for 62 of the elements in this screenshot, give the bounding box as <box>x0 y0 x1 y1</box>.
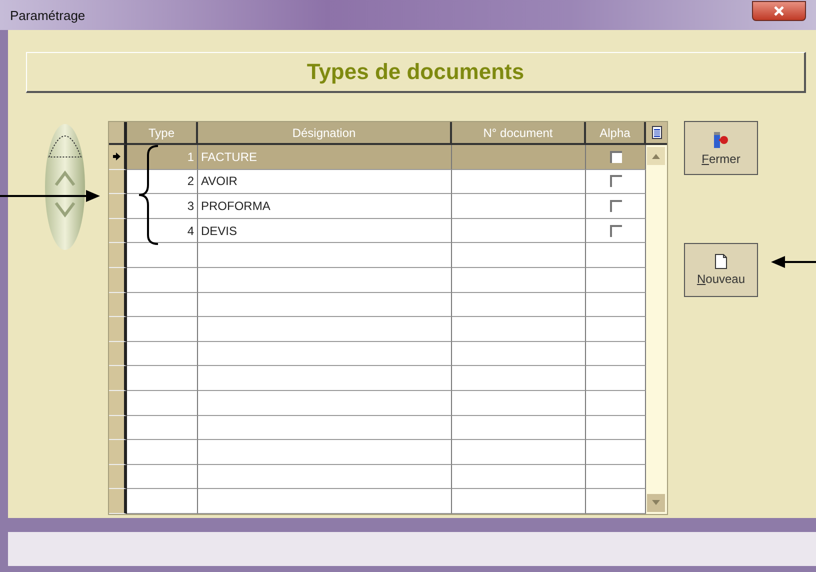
scroll-down-icon[interactable] <box>647 494 665 512</box>
new-button[interactable]: Nouveau <box>684 243 758 297</box>
window-title: Paramétrage <box>9 8 86 22</box>
table-cell <box>586 464 646 490</box>
door-exit-icon <box>713 130 729 148</box>
table-cell: 2 <box>127 170 198 194</box>
alpha-checkbox[interactable] <box>610 224 622 237</box>
row-selector[interactable] <box>109 489 127 514</box>
alpha-checkbox[interactable] <box>610 200 622 212</box>
row-selector[interactable] <box>109 292 127 318</box>
table-cell <box>586 317 646 342</box>
row-selector[interactable] <box>109 366 127 391</box>
blank-document-icon <box>715 254 727 269</box>
table-cell <box>127 268 198 293</box>
close-button[interactable] <box>752 1 806 21</box>
scroll-up-icon[interactable] <box>647 147 665 165</box>
table-cell: 1 <box>127 145 198 170</box>
header-title: Types de documents <box>306 59 524 85</box>
table-cell: 4 <box>127 218 198 244</box>
table-cell <box>127 416 198 440</box>
row-selector[interactable] <box>109 194 127 219</box>
row-selector[interactable] <box>109 218 127 244</box>
table-cell: DEVIS <box>198 218 452 244</box>
row-selector[interactable] <box>109 170 127 194</box>
vertical-scrollbar[interactable] <box>646 145 667 514</box>
table-cell <box>127 464 198 490</box>
table-cell <box>586 366 646 391</box>
table-cell <box>127 366 198 391</box>
table-cell <box>586 390 646 416</box>
table-cell <box>586 440 646 465</box>
table-cell <box>586 292 646 318</box>
table-cell <box>586 268 646 293</box>
close-icon <box>773 6 785 16</box>
table-cell <box>127 342 198 366</box>
table-cell <box>127 390 198 416</box>
table-cell <box>586 416 646 440</box>
table-cell <box>127 292 198 318</box>
alpha-checkbox[interactable] <box>610 175 622 188</box>
row-selector[interactable] <box>109 390 127 416</box>
row-selector[interactable] <box>109 243 127 268</box>
row-selector[interactable] <box>109 268 127 293</box>
row-selector[interactable] <box>109 464 127 490</box>
row-selector[interactable] <box>109 317 127 342</box>
row-selector[interactable] <box>109 145 127 170</box>
annotation-arrow <box>771 256 816 268</box>
table-cell: FACTURE <box>198 145 452 170</box>
table-cell: AVOIR <box>198 170 452 194</box>
table-cell <box>127 243 198 268</box>
navigation-wheel-icon[interactable] <box>44 123 86 251</box>
table-cell: 3 <box>127 194 198 219</box>
current-row-arrow-icon <box>112 152 120 162</box>
row-selector[interactable] <box>109 440 127 465</box>
table-cell: PROFORMA <box>198 194 452 219</box>
alpha-checkbox[interactable] <box>610 150 622 163</box>
table-icon <box>652 126 662 139</box>
table-cell <box>586 342 646 366</box>
close-button[interactable]: Fermer <box>684 121 758 175</box>
table-cell <box>127 317 198 342</box>
header-corner <box>109 122 127 145</box>
table-cell <box>127 440 198 465</box>
row-selector[interactable] <box>109 416 127 440</box>
row-selector[interactable] <box>109 342 127 366</box>
